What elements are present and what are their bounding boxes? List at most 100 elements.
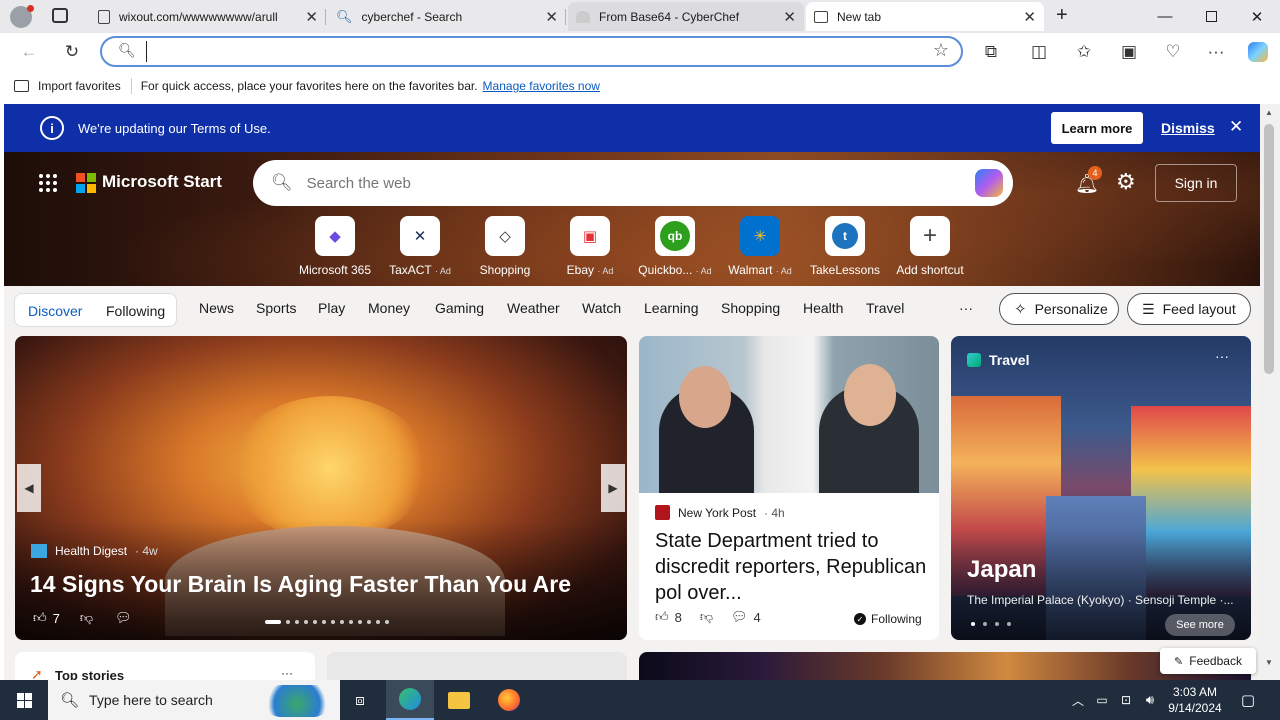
travel-card[interactable]: Travel ··· Japan The Imperial Palace (Ky…	[951, 336, 1251, 640]
dislike-icon[interactable]: 👎︎	[700, 609, 713, 625]
wifi-icon[interactable]: ⊡	[1116, 680, 1136, 720]
scroll-down-icon[interactable]: ▼	[1265, 658, 1273, 667]
scroll-thumb[interactable]	[1264, 124, 1274, 374]
settings-gear-icon[interactable]: ⚙	[1116, 169, 1136, 195]
taskbar-search[interactable]: 🔍︎ Type here to search	[48, 680, 340, 720]
tab-following[interactable]: Following	[106, 303, 165, 319]
copilot-icon[interactable]	[1245, 39, 1271, 65]
nav-more[interactable]: ···	[959, 300, 973, 316]
nav-play[interactable]: Play	[318, 300, 345, 316]
nav-travel[interactable]: Travel	[866, 300, 904, 316]
nav-shopping[interactable]: Shopping	[721, 300, 780, 316]
feedback-button[interactable]: ✎ Feedback	[1160, 648, 1256, 674]
notification-center-icon[interactable]: ▢	[1234, 680, 1262, 720]
shortcut-quickbooks[interactable]: qb Quickbo... · Ad	[635, 216, 715, 277]
nav-gaming[interactable]: Gaming	[435, 300, 484, 316]
back-icon[interactable]: ←	[16, 39, 42, 65]
see-more-button[interactable]: See more	[1165, 614, 1235, 636]
source-name[interactable]: New York Post	[678, 506, 756, 520]
close-icon[interactable]: ✕	[1023, 8, 1036, 26]
comment-icon[interactable]: 💬︎	[731, 609, 748, 625]
close-icon[interactable]: ✕	[305, 8, 318, 26]
tab-cyberchef[interactable]: From Base64 - CyberChef ✕	[568, 2, 804, 31]
dismiss-link[interactable]: Dismiss	[1161, 120, 1215, 136]
shortcut-ebay[interactable]: ▣ Ebay · Ad	[550, 216, 630, 277]
favorite-star-icon[interactable]: ☆	[933, 40, 949, 61]
favorites-icon[interactable]: ✩	[1071, 39, 1097, 65]
nav-weather[interactable]: Weather	[507, 300, 560, 316]
search-input[interactable]	[306, 174, 947, 192]
personalize-button[interactable]: ✧ Personalize	[999, 293, 1119, 325]
following-label[interactable]: Following	[871, 612, 922, 626]
tab-discover[interactable]: Discover	[28, 303, 82, 319]
shortcut-taxact[interactable]: ✕ TaxACT · Ad	[380, 216, 460, 277]
prev-arrow-icon[interactable]: ◀	[17, 464, 41, 512]
address-bar[interactable]: 🔍︎ ☆	[100, 36, 963, 67]
hero-article-card[interactable]: ◀ ▶ Health Digest · 4w 14 Signs Your Bra…	[15, 336, 627, 640]
nav-watch[interactable]: Watch	[582, 300, 621, 316]
learn-more-button[interactable]: Learn more	[1051, 112, 1143, 144]
windows-start-icon[interactable]	[0, 680, 48, 720]
feed-layout-button[interactable]: ☰ Feed layout	[1127, 293, 1251, 325]
shortcut-walmart[interactable]: ✳ Walmart · Ad	[720, 216, 800, 277]
nav-news[interactable]: News	[199, 300, 234, 316]
article-headline[interactable]: 14 Signs Your Brain Is Aging Faster Than…	[30, 571, 571, 598]
more-options-icon[interactable]: ···	[281, 666, 293, 680]
minimize-button[interactable]: —	[1142, 0, 1188, 33]
split-screen-icon[interactable]: ◫	[1026, 39, 1052, 65]
manage-favorites-link[interactable]: Manage favorites now	[483, 79, 600, 93]
more-menu-icon[interactable]: ···	[1203, 39, 1229, 65]
shortcut-shopping[interactable]: ◇ Shopping	[465, 216, 545, 277]
nav-health[interactable]: Health	[803, 300, 843, 316]
address-input[interactable]	[146, 41, 906, 62]
next-arrow-icon[interactable]: ▶	[601, 464, 625, 512]
like-icon[interactable]: 👍︎	[33, 610, 47, 626]
web-search-box[interactable]: 🔍︎	[253, 160, 1013, 206]
nav-money[interactable]: Money	[368, 300, 410, 316]
task-view-icon[interactable]: ⧈	[340, 680, 380, 720]
apps-grid-icon[interactable]	[39, 174, 57, 192]
close-icon[interactable]: ✕	[783, 8, 796, 26]
dislike-icon[interactable]: 👎︎	[80, 610, 93, 626]
carousel-dot-active[interactable]	[265, 620, 281, 624]
copilot-icon[interactable]	[975, 169, 1003, 197]
import-favorites-button[interactable]: Import favorites	[38, 79, 121, 93]
tab-new-tab[interactable]: New tab ✕	[806, 2, 1044, 31]
performance-icon[interactable]: ♡	[1160, 39, 1186, 65]
page-scrollbar[interactable]: ▲ ▼	[1260, 104, 1280, 680]
brand-title[interactable]: Microsoft Start	[102, 172, 222, 192]
shortcut-microsoft365[interactable]: ◆ Microsoft 365	[295, 216, 375, 277]
extensions-icon[interactable]: ⧉	[978, 39, 1004, 65]
firefox-icon[interactable]	[486, 680, 532, 720]
close-window-button[interactable]: ✕	[1234, 0, 1280, 33]
close-icon[interactable]: ✕	[545, 8, 558, 26]
shortcut-add[interactable]: + Add shortcut	[890, 216, 970, 277]
sign-in-button[interactable]: Sign in	[1155, 164, 1237, 202]
nav-learning[interactable]: Learning	[644, 300, 699, 316]
more-options-icon[interactable]: ···	[1215, 348, 1229, 364]
collections-icon[interactable]: ▣	[1116, 39, 1142, 65]
close-icon[interactable]: ✕	[1229, 117, 1243, 137]
news-article-card[interactable]: New York Post · 4h State Department trie…	[639, 336, 939, 640]
notifications-icon[interactable]: 🔔︎ 4	[1075, 166, 1102, 196]
scroll-up-icon[interactable]: ▲	[1265, 108, 1273, 117]
show-hidden-icons[interactable]: ︿	[1068, 680, 1088, 720]
network-icon[interactable]: ▭	[1092, 680, 1112, 720]
article-headline[interactable]: State Department tried to discredit repo…	[655, 528, 927, 606]
source-name[interactable]: Health Digest	[55, 544, 127, 558]
clock[interactable]: 3:03 AM 9/14/2024	[1164, 684, 1226, 716]
tab-cyberchef-search[interactable]: 🔍︎ cyberchef - Search ✕	[328, 2, 566, 31]
tab-wixout[interactable]: wixout.com/wwwwwwww/arull ✕	[90, 2, 326, 31]
shortcut-takelessons[interactable]: t TakeLessons	[805, 216, 885, 277]
travel-title[interactable]: Japan	[967, 556, 1036, 584]
new-tab-plus-icon[interactable]: +	[1056, 4, 1068, 27]
like-icon[interactable]: 👍︎	[655, 609, 669, 625]
restore-button[interactable]	[1188, 0, 1234, 33]
edge-taskbar-icon[interactable]	[386, 680, 434, 720]
nav-sports[interactable]: Sports	[256, 300, 296, 316]
comment-icon[interactable]: 💬︎	[115, 610, 132, 626]
file-explorer-icon[interactable]	[436, 680, 482, 720]
refresh-icon[interactable]: ↻	[59, 39, 85, 65]
volume-icon[interactable]: 🔊︎	[1140, 680, 1160, 720]
tab-actions-icon[interactable]	[52, 8, 68, 23]
